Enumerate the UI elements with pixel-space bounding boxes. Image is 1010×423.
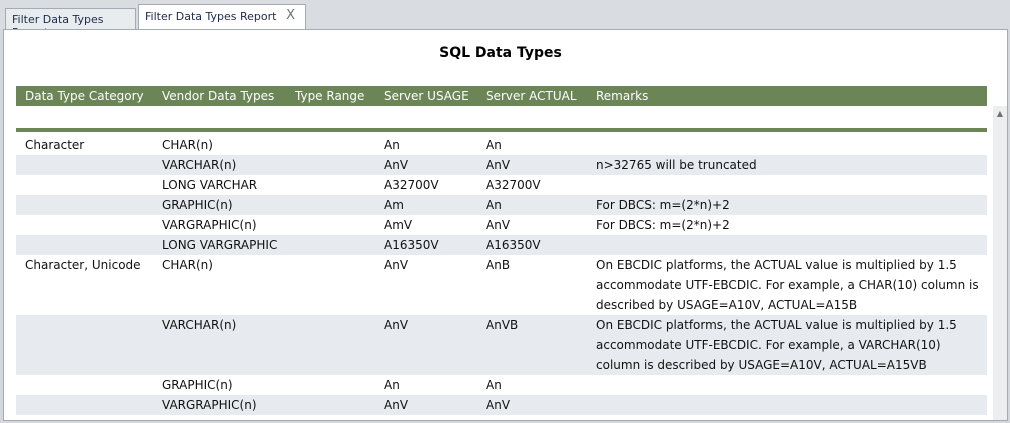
table-row: GRAPHIC(n) An An xyxy=(16,375,987,395)
cell-usage: A32700V xyxy=(384,178,439,192)
table-row: GRAPHIC(n) Am An For DBCS: m=(2*n)+2 xyxy=(16,195,987,215)
cell-remarks: For DBCS: m=(2*n)+2 xyxy=(596,218,730,232)
vertical-scrollbar[interactable]: ▲ xyxy=(993,106,1007,420)
cell-actual: AnV xyxy=(486,158,511,172)
table-row: VARCHAR(n) AnV AnVB On EBCDIC platforms, th… xyxy=(16,315,987,375)
scroll-up-arrow-icon[interactable]: ▲ xyxy=(993,108,1007,120)
cell-vendor: CHAR(n) xyxy=(162,258,213,272)
cell-vendor: GRAPHIC(n) xyxy=(162,378,233,392)
cell-remarks: On EBCDIC platforms, the ACTUAL value is… xyxy=(596,318,957,372)
report-title: SQL Data Types xyxy=(439,45,562,61)
cell-vendor: LONG VARCHAR xyxy=(162,178,258,192)
column-header: Server USAGE xyxy=(384,89,469,103)
cell-actual: AnVB xyxy=(486,318,519,332)
column-header: Remarks xyxy=(596,89,649,103)
cell-actual: AnV xyxy=(486,398,511,412)
cell-category: Character, Unicode xyxy=(25,258,141,272)
cell-usage: A16350V xyxy=(384,238,439,252)
close-icon[interactable]: X xyxy=(286,8,295,23)
cell-vendor: CHAR(n) xyxy=(162,138,213,152)
column-header: Type Range xyxy=(295,89,365,103)
column-header: Server ACTUAL xyxy=(486,89,577,103)
table-row: LONG VARCHAR A32700V A32700V xyxy=(16,175,987,195)
column-header: Vendor Data Types xyxy=(162,89,275,103)
cell-remarks: On EBCDIC platforms, the ACTUAL value is… xyxy=(596,258,979,312)
cell-actual: An xyxy=(486,198,502,212)
header-separator xyxy=(16,128,987,132)
cell-vendor: VARGRAPHIC(n) xyxy=(162,398,257,412)
cell-usage: Am xyxy=(384,198,404,212)
table-row: VARGRAPHIC(n) AnV AnV xyxy=(16,395,987,415)
cell-category: Character xyxy=(25,138,85,152)
cell-usage: An xyxy=(384,378,400,392)
cell-vendor: GRAPHIC(n) xyxy=(162,198,233,212)
column-header: Data Type Category xyxy=(25,89,144,103)
cell-usage: AnV xyxy=(384,398,409,412)
report-panel: SQL Data Types Data Type Category Vendor… xyxy=(3,29,1008,421)
cell-actual: AnB xyxy=(486,258,511,272)
cell-actual: An xyxy=(486,378,502,392)
cell-vendor: LONG VARGRAPHIC xyxy=(162,238,278,252)
table-row: Character CHAR(n) An An xyxy=(16,135,987,155)
table-header: Data Type Category Vendor Data Types Typ… xyxy=(16,86,987,106)
cell-actual: A16350V xyxy=(486,238,541,252)
tab-filter-data-types-report-1[interactable]: Filter Data Types Report xyxy=(5,8,136,39)
table-body: Character CHAR(n) An An VARCHAR(n) AnV AnV n>32… xyxy=(16,135,987,415)
cell-actual: A32700V xyxy=(486,178,541,192)
tab-bar: Filter Data Types Report Filter Data Typ… xyxy=(0,0,1010,39)
cell-usage: AmV xyxy=(384,218,413,232)
cell-remarks: n>32765 will be truncated xyxy=(596,158,757,172)
tab-label: Filter Data Types Report xyxy=(145,10,277,23)
cell-vendor: VARGRAPHIC(n) xyxy=(162,218,257,232)
table-row: VARCHAR(n) AnV AnV n>32765 will be truncate… xyxy=(16,155,987,175)
tab-filter-data-types-report-2[interactable]: Filter Data Types Report X xyxy=(138,4,306,30)
table-row: LONG VARGRAPHIC A16350V A16350V xyxy=(16,235,987,255)
cell-usage: An xyxy=(384,138,400,152)
table-row: Character, Unicode CHAR(n) AnV AnB On EBCDIC… xyxy=(16,255,987,315)
cell-actual: AnV xyxy=(486,218,511,232)
cell-usage: AnV xyxy=(384,258,409,272)
cell-vendor: VARCHAR(n) xyxy=(162,318,237,332)
cell-usage: AnV xyxy=(384,318,409,332)
cell-actual: An xyxy=(486,138,502,152)
cell-usage: AnV xyxy=(384,158,409,172)
table-row: VARGRAPHIC(n) AmV AnV For DBCS: m=(2*n)+2 xyxy=(16,215,987,235)
cell-remarks: For DBCS: m=(2*n)+2 xyxy=(596,198,730,212)
cell-vendor: VARCHAR(n) xyxy=(162,158,237,172)
